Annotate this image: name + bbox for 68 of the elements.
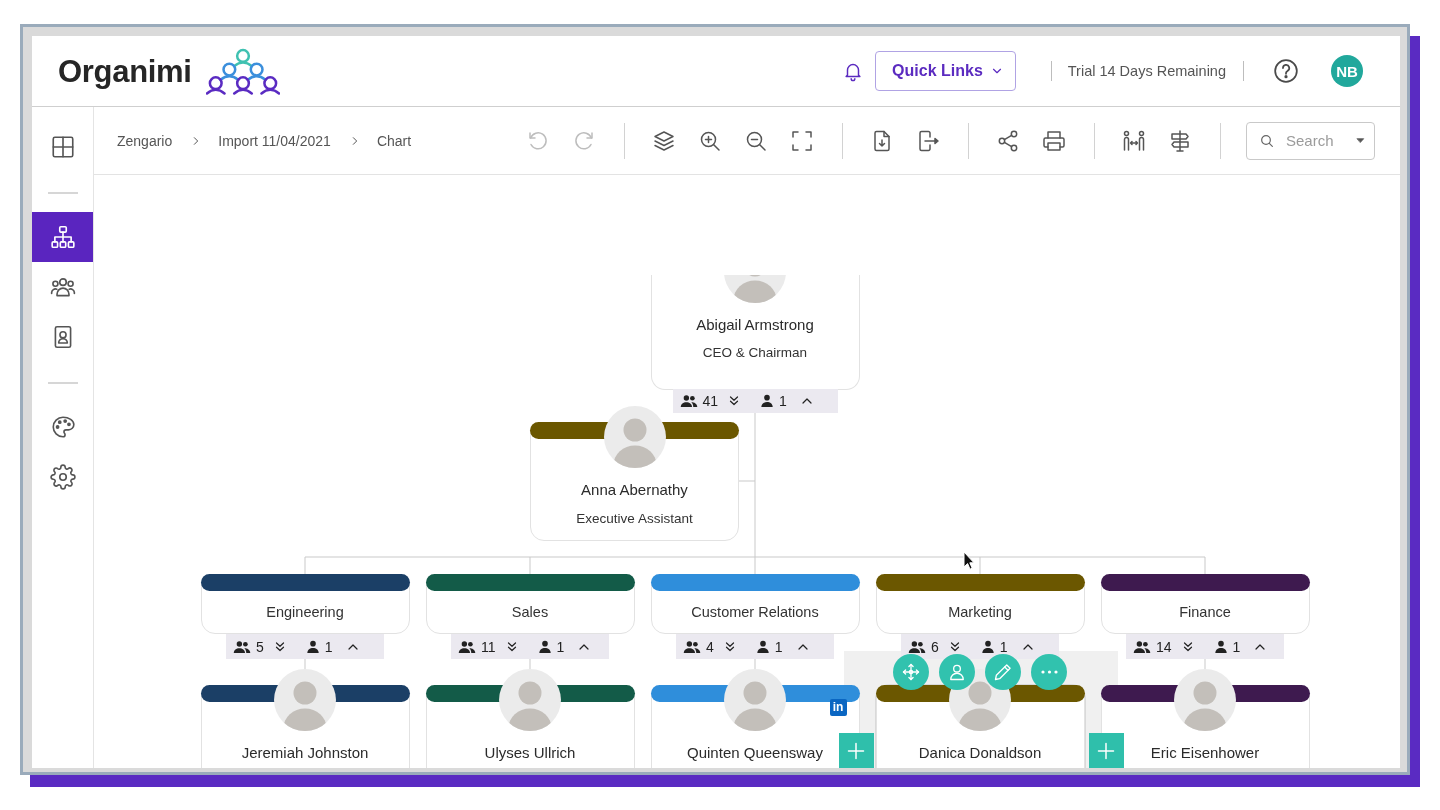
move-icon (901, 662, 921, 682)
person-icon (979, 638, 996, 655)
quick-links-button[interactable]: Quick Links (875, 51, 1016, 91)
pointer-cursor-icon (963, 551, 975, 570)
department-name: Marketing (948, 603, 1012, 622)
printer-icon[interactable] (1042, 128, 1066, 153)
file-export-icon[interactable] (916, 128, 940, 153)
department-name: Engineering (266, 603, 344, 622)
person-icon (759, 393, 776, 409)
fullscreen-icon[interactable] (790, 128, 814, 153)
department-name: Finance (1179, 603, 1231, 622)
double-chevron-down-icon[interactable] (1181, 640, 1194, 653)
team-count: 5 (256, 638, 264, 655)
help-icon[interactable] (1273, 58, 1299, 84)
direct-count: 1 (1232, 638, 1241, 655)
person-name: Abigail Armstrong (696, 315, 814, 335)
person-name: Danica Donaldson (918, 743, 1042, 763)
direct-count: 1 (779, 393, 787, 409)
person-name: Eric Eisenhower (1150, 743, 1260, 763)
person-icon (536, 638, 553, 655)
pencil-icon (993, 662, 1013, 682)
direct-count: 1 (324, 638, 333, 655)
double-chevron-down-icon[interactable] (948, 640, 961, 653)
team-count: 11 (481, 638, 496, 655)
grid-icon (49, 134, 76, 160)
team-count: 4 (706, 638, 714, 655)
person-icon (1212, 638, 1229, 655)
layers-icon[interactable] (652, 128, 676, 153)
settings-icon (49, 464, 76, 490)
share-icon[interactable] (996, 128, 1020, 153)
more-icon (1040, 670, 1058, 674)
person-name: Anna Abernathy (581, 480, 688, 500)
breadcrumb-link[interactable]: Zengario (117, 132, 173, 149)
search-icon (1259, 132, 1275, 149)
person-icon (754, 638, 771, 655)
job-title: Executive Assistant (576, 510, 693, 528)
people-link-icon[interactable] (1122, 128, 1146, 153)
team-count: 6 (931, 638, 939, 655)
org-chart-icon (49, 224, 76, 250)
direct-count: 1 (999, 638, 1008, 655)
person-icon (947, 662, 967, 682)
double-chevron-down-icon[interactable] (273, 640, 286, 653)
person-name: Jeremiah Johnston (241, 743, 369, 763)
job-title: CEO & Chairman (702, 344, 808, 362)
sidebar-item[interactable] (32, 212, 93, 262)
team-count: 41 (702, 393, 719, 409)
department-name: Customer Relations (691, 603, 819, 622)
person-name: Ulyses Ullrich (484, 743, 576, 763)
breadcrumb-link[interactable]: Import 11/04/2021 (218, 132, 331, 149)
people-icon (679, 392, 698, 410)
double-chevron-down-icon[interactable] (728, 395, 741, 407)
plus-icon (1096, 740, 1116, 761)
direct-count: 1 (556, 638, 565, 655)
person-icon (304, 638, 321, 655)
person-name: Quinten Queensway (687, 743, 823, 763)
palette-icon (49, 414, 76, 440)
direct-count: 1 (774, 638, 783, 655)
breadcrumb-current: Chart (376, 132, 412, 149)
double-chevron-down-icon[interactable] (505, 640, 518, 653)
people-pyramid-icon (205, 47, 280, 95)
plus-icon (846, 740, 866, 761)
double-chevron-down-icon[interactable] (723, 640, 736, 653)
logo-text: Organimi (58, 55, 192, 87)
trial-notice: Trial 14 Days Remaining (1067, 63, 1226, 79)
department-name: Sales (511, 603, 549, 622)
team-count: 14 (1156, 638, 1172, 655)
search-field[interactable]: Search (1246, 121, 1375, 160)
signpost-icon[interactable] (1168, 128, 1192, 153)
